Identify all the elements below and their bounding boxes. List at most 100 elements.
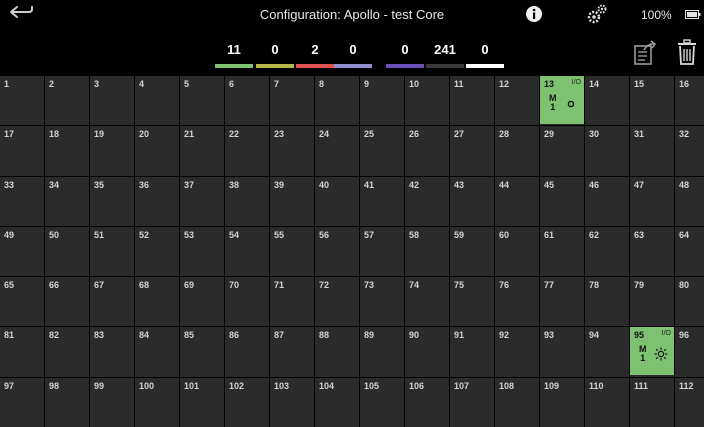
grid-cell[interactable]: 15	[630, 76, 674, 126]
grid-cell[interactable]: 24	[315, 126, 359, 176]
grid-cell[interactable]: 56	[315, 226, 359, 277]
grid-cell[interactable]: 111	[630, 377, 674, 427]
grid-cell[interactable]: 75	[450, 277, 494, 327]
grid-cell[interactable]: 17	[0, 126, 44, 176]
grid-cell[interactable]: 87	[270, 327, 314, 377]
grid-cell[interactable]: 37	[180, 176, 224, 226]
grid-cell[interactable]: 77	[540, 277, 584, 327]
grid-cell[interactable]: 19	[90, 126, 134, 176]
grid-cell[interactable]: 83	[90, 327, 134, 377]
grid-cell[interactable]: 59	[450, 226, 494, 277]
grid-cell[interactable]: 64	[675, 226, 704, 277]
grid-cell[interactable]: 69	[180, 277, 224, 327]
grid-cell[interactable]: 110	[585, 377, 629, 427]
grid-cell[interactable]: 85	[180, 327, 224, 377]
grid-cell[interactable]: 32	[675, 126, 704, 176]
grid-cell[interactable]: 60	[495, 226, 539, 277]
trash-icon[interactable]	[676, 39, 698, 65]
grid-cell[interactable]: 67	[90, 277, 134, 327]
grid-cell[interactable]: 82	[45, 327, 89, 377]
grid-cell[interactable]: 4	[135, 76, 179, 126]
grid-cell[interactable]: 55	[270, 226, 314, 277]
grid-cell[interactable]: 31	[630, 126, 674, 176]
grid-cell[interactable]: 30	[585, 126, 629, 176]
grid-cell[interactable]: 81	[0, 327, 44, 377]
grid-cell[interactable]: 107	[450, 377, 494, 427]
grid-cell[interactable]: 7	[270, 76, 314, 126]
grid-cell[interactable]: 39	[270, 176, 314, 226]
grid-cell[interactable]: 22	[225, 126, 269, 176]
grid-cell[interactable]: 105	[360, 377, 404, 427]
grid-cell[interactable]: 96	[675, 327, 704, 377]
grid-cell[interactable]: 93	[540, 327, 584, 377]
grid-cell[interactable]: 71	[270, 277, 314, 327]
grid-cell[interactable]: 104	[315, 377, 359, 427]
grid-cell[interactable]: 108	[495, 377, 539, 427]
grid-cell[interactable]: 5	[180, 76, 224, 126]
grid-cell[interactable]: 25	[360, 126, 404, 176]
grid-cell[interactable]: 100	[135, 377, 179, 427]
grid-cell[interactable]: 21	[180, 126, 224, 176]
grid-cell[interactable]: 27	[450, 126, 494, 176]
grid-cell[interactable]: 9	[360, 76, 404, 126]
grid-cell[interactable]: 16	[675, 76, 704, 126]
grid-cell[interactable]: 40	[315, 176, 359, 226]
grid-cell[interactable]: 29	[540, 126, 584, 176]
active-module[interactable]: 95 I/O M 1	[630, 327, 674, 376]
grid-cell[interactable]: 33	[0, 176, 44, 226]
grid-cell[interactable]: 8	[315, 76, 359, 126]
grid-cell[interactable]: 44	[495, 176, 539, 226]
grid-cell[interactable]: 74	[405, 277, 449, 327]
grid-cell[interactable]: 34	[45, 176, 89, 226]
grid-cell[interactable]: 92	[495, 327, 539, 377]
grid-cell[interactable]: 13 I/O M 1	[540, 76, 584, 126]
grid-cell[interactable]: 112	[675, 377, 704, 427]
grid-cell[interactable]: 35	[90, 176, 134, 226]
grid-cell[interactable]: 80	[675, 277, 704, 327]
grid-cell[interactable]: 14	[585, 76, 629, 126]
grid-cell[interactable]: 46	[585, 176, 629, 226]
grid-cell[interactable]: 78	[585, 277, 629, 327]
grid-cell[interactable]: 61	[540, 226, 584, 277]
grid-cell[interactable]: 66	[45, 277, 89, 327]
grid-cell[interactable]: 95 I/O M 1	[630, 327, 674, 377]
grid-cell[interactable]: 36	[135, 176, 179, 226]
grid-cell[interactable]: 99	[90, 377, 134, 427]
grid-cell[interactable]: 91	[450, 327, 494, 377]
grid-cell[interactable]: 52	[135, 226, 179, 277]
grid-cell[interactable]: 23	[270, 126, 314, 176]
grid-cell[interactable]: 73	[360, 277, 404, 327]
grid-cell[interactable]: 76	[495, 277, 539, 327]
grid-cell[interactable]: 88	[315, 327, 359, 377]
grid-cell[interactable]: 63	[630, 226, 674, 277]
grid-cell[interactable]: 43	[450, 176, 494, 226]
grid-cell[interactable]: 28	[495, 126, 539, 176]
grid-cell[interactable]: 48	[675, 176, 704, 226]
grid-cell[interactable]: 11	[450, 76, 494, 126]
grid-cell[interactable]: 6	[225, 76, 269, 126]
grid-cell[interactable]: 102	[225, 377, 269, 427]
export-icon[interactable]	[632, 40, 658, 66]
grid-cell[interactable]: 84	[135, 327, 179, 377]
grid-cell[interactable]: 2	[45, 76, 89, 126]
grid-cell[interactable]: 94	[585, 327, 629, 377]
grid-cell[interactable]: 49	[0, 226, 44, 277]
grid-cell[interactable]: 53	[180, 226, 224, 277]
grid-cell[interactable]: 68	[135, 277, 179, 327]
grid-cell[interactable]: 26	[405, 126, 449, 176]
grid-cell[interactable]: 98	[45, 377, 89, 427]
info-icon[interactable]	[525, 5, 543, 23]
grid-cell[interactable]: 65	[0, 277, 44, 327]
grid-cell[interactable]: 51	[90, 226, 134, 277]
grid-cell[interactable]: 10	[405, 76, 449, 126]
grid-cell[interactable]: 50	[45, 226, 89, 277]
grid-cell[interactable]: 45	[540, 176, 584, 226]
grid-cell[interactable]: 3	[90, 76, 134, 126]
grid-cell[interactable]: 101	[180, 377, 224, 427]
grid-cell[interactable]: 103	[270, 377, 314, 427]
grid-cell[interactable]: 58	[405, 226, 449, 277]
grid-cell[interactable]: 97	[0, 377, 44, 427]
grid-cell[interactable]: 47	[630, 176, 674, 226]
grid-cell[interactable]: 109	[540, 377, 584, 427]
grid-cell[interactable]: 54	[225, 226, 269, 277]
